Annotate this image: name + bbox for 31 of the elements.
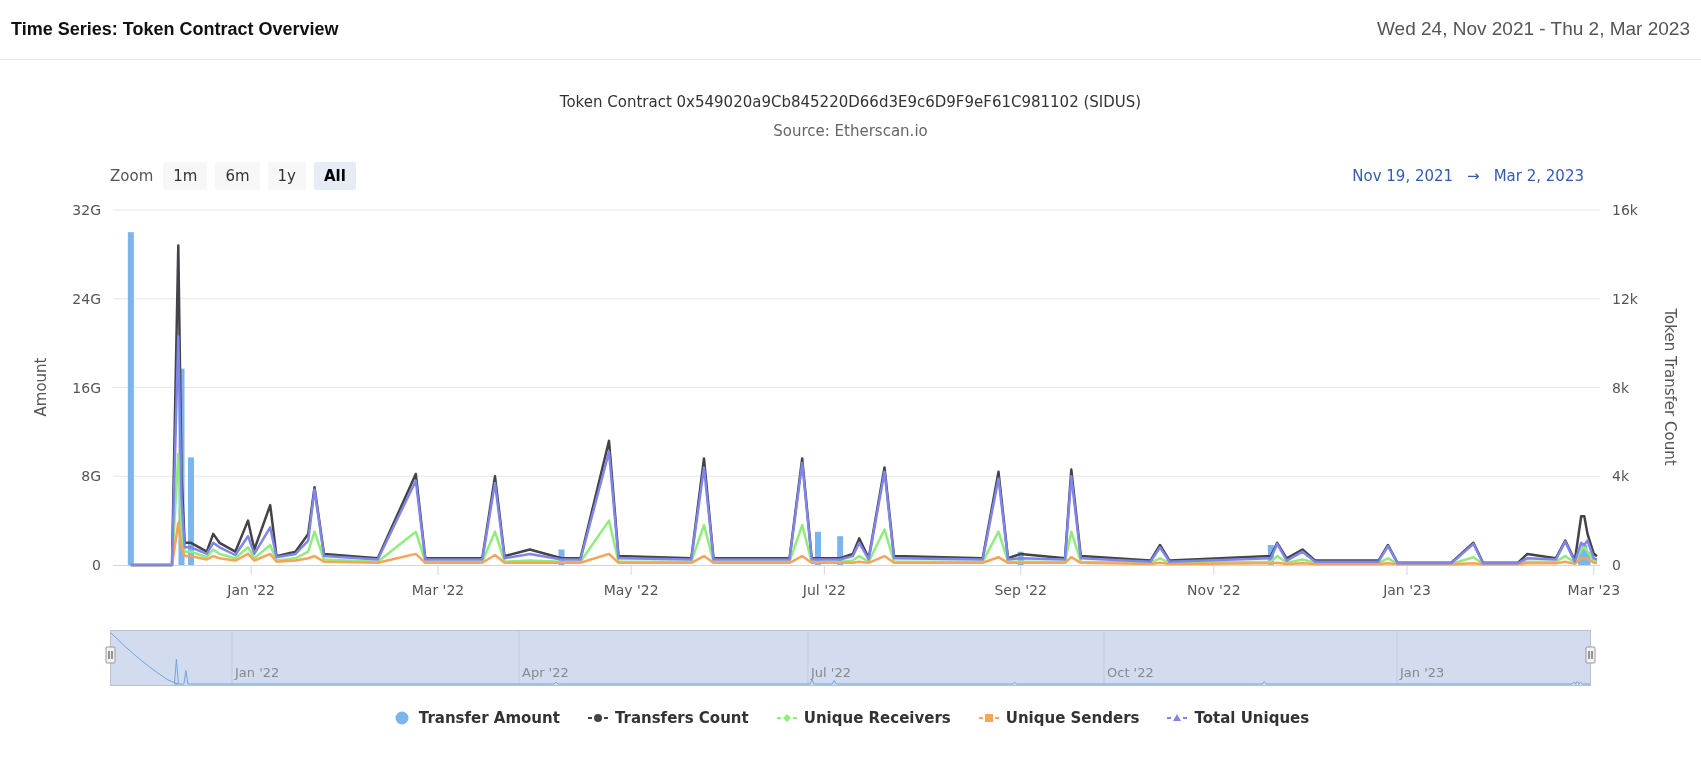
axis-tick-label: Mar '22	[411, 582, 465, 598]
chart-subtitle: Source: Etherscan.io	[773, 120, 928, 142]
navigator-label: Jan '23	[1400, 665, 1445, 680]
chart-title: Token Contract 0x549020a9Cb845220D66d3E9c6D9F9eF61C981102 (SIDUS)	[559, 92, 1142, 113]
range-arrow: →	[1467, 165, 1480, 187]
page-title: Time Series: Token Contract Overview	[11, 18, 339, 41]
axis-tick-label: Mar '23	[1567, 582, 1621, 598]
axis-tick-label: Jan '22	[227, 582, 275, 598]
axis-title: Amount	[32, 357, 50, 417]
axis-title: Token Transfer Count	[1661, 308, 1679, 466]
axis-tick-label: 8G	[81, 468, 101, 485]
axis-tick-label: 12k	[1612, 290, 1638, 307]
axis-tick-label: 4k	[1612, 468, 1629, 485]
navigator-label: Jul '22	[811, 665, 851, 680]
axis-tick-label: 16k	[1612, 202, 1638, 218]
axis-tick-label: 16G	[72, 379, 101, 396]
axis-tick-label: 8k	[1612, 379, 1629, 396]
axis-tick-label: Jan '23	[1383, 582, 1431, 598]
navigator-label: Oct '22	[1107, 665, 1154, 680]
axis-tick-label: 0	[1612, 557, 1621, 573]
axis-tick-label: 24G	[72, 290, 101, 307]
axis-tick-label: Nov '22	[1187, 582, 1241, 598]
zoom-label: Zoom	[110, 165, 154, 187]
navigator-label: Jan '22	[235, 665, 280, 680]
axis-tick-label: 32G	[72, 202, 101, 218]
navigator-label: Apr '22	[522, 665, 569, 680]
axis-tick-label: May '22	[603, 582, 659, 598]
axis-tick-label: Jul '22	[802, 582, 846, 598]
date-range: Wed 24, Nov 2021 - Thu 2, Mar 2023	[1377, 17, 1690, 42]
axis-tick-label: Sep '22	[994, 582, 1047, 598]
axis-tick-label: 0	[92, 557, 101, 573]
